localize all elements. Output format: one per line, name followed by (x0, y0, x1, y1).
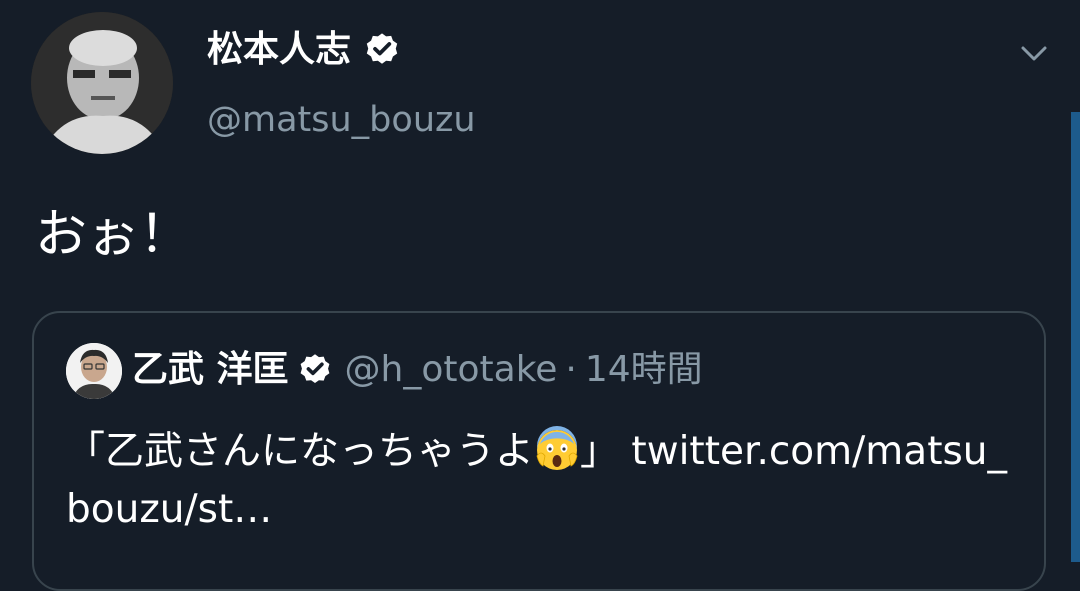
chevron-down-icon[interactable] (1016, 36, 1052, 72)
author-handle[interactable]: @matsu_bouzu (207, 97, 476, 143)
author-avatar[interactable] (31, 12, 173, 154)
quoted-tweet-header: 乙武 洋匡 @h_ototake · 14時間 (132, 347, 703, 393)
separator-dot: · (565, 349, 577, 390)
author-display-name[interactable]: 松本人志 (207, 28, 351, 72)
quoted-author-handle[interactable]: @h_ototake (345, 347, 558, 393)
screaming-face-emoji (534, 426, 580, 472)
quoted-text-start: 「乙武さんになっちゃうよ (66, 429, 535, 474)
avatar-photo-icon (31, 12, 173, 154)
verified-badge-icon (300, 354, 329, 384)
quoted-author-display-name[interactable]: 乙武 洋匡 (132, 347, 289, 393)
author-name-row[interactable]: 松本人志 (207, 28, 401, 72)
tweet-text: おぉ！ (35, 205, 192, 265)
quoted-tweet-card[interactable]: 乙武 洋匡 @h_ototake · 14時間 「乙武さんになっちゃうよ」 tw… (32, 311, 1046, 591)
screaming-face-emoji-icon (536, 426, 578, 470)
scrollbar[interactable] (1071, 112, 1080, 562)
verified-badge-icon (366, 33, 398, 64)
quoted-author-avatar[interactable] (66, 343, 122, 399)
avatar-photo-icon (66, 343, 122, 399)
quoted-tweet-timestamp[interactable]: 14時間 (585, 347, 703, 393)
quoted-tweet-text: 「乙武さんになっちゃうよ」 twitter.com/matsu_bouzu/st… (66, 423, 1026, 539)
